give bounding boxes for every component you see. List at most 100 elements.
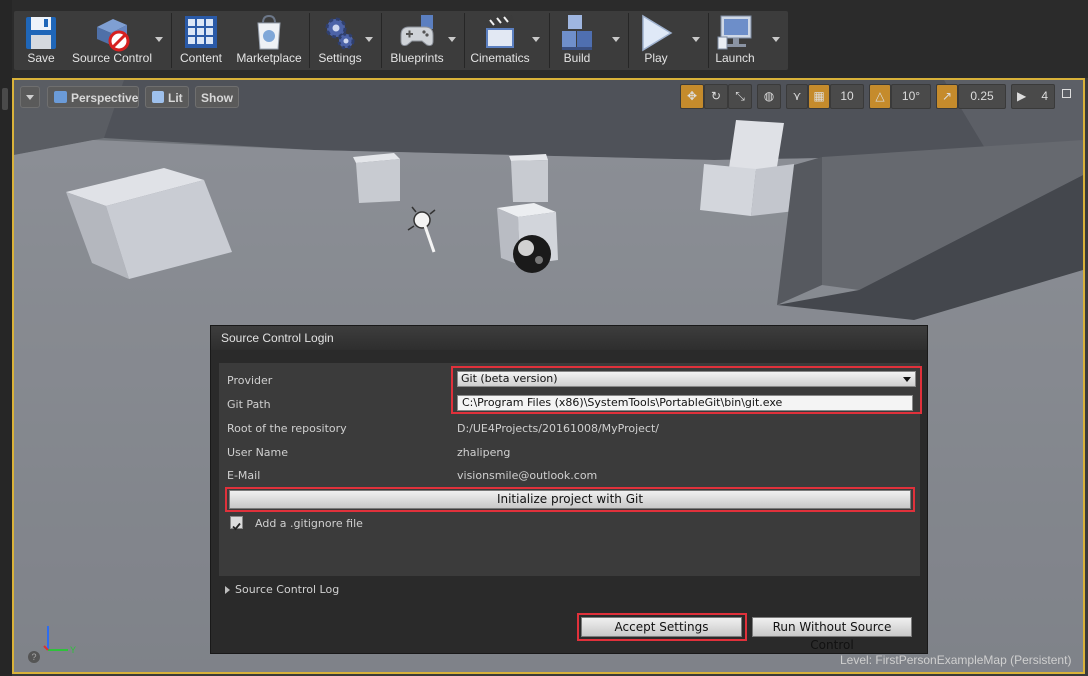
provider-label: Provider: [227, 374, 273, 387]
surface-snap-button[interactable]: ⋎: [786, 84, 808, 109]
user-name-label: User Name: [227, 446, 289, 459]
source-control-button[interactable]: Source Control: [68, 11, 156, 70]
cinematics-dropdown-icon[interactable]: [532, 37, 540, 42]
camera-speed-button[interactable]: ▶ 4: [1011, 84, 1055, 109]
rotation-snap-toggle[interactable]: △: [869, 84, 891, 109]
level-status: Level: FirstPersonExampleMap (Persistent…: [840, 653, 1071, 667]
source-control-log-toggle[interactable]: Source Control Log: [235, 583, 339, 596]
angle-icon: △: [875, 89, 885, 103]
marketplace-label: Marketplace: [236, 51, 302, 65]
git-path-label: Git Path: [227, 398, 271, 411]
camera-icon: ▶: [1017, 89, 1027, 103]
viewport-options-button[interactable]: [20, 86, 40, 108]
repo-root-label: Root of the repository: [227, 422, 347, 435]
left-edge-tab[interactable]: [2, 88, 8, 110]
rotate-icon: ↻: [710, 89, 722, 103]
scale-snap-label: 0.25: [970, 89, 994, 103]
build-blocks-icon: [562, 15, 592, 50]
toolbar-separator: [628, 13, 629, 68]
lit-label: Lit: [168, 91, 183, 105]
left-edge-panel: [0, 0, 12, 676]
build-dropdown-icon[interactable]: [612, 37, 620, 42]
grid-snap-value[interactable]: 10: [830, 84, 864, 109]
world-local-button[interactable]: ◍: [757, 84, 781, 109]
expand-arrow-icon[interactable]: [225, 586, 230, 594]
gear-icon: [325, 17, 355, 50]
initialize-git-label: Initialize project with Git: [496, 492, 644, 506]
grid-snap-label: 10: [840, 89, 854, 103]
perspective-icon: [54, 91, 67, 103]
chevron-down-icon: [26, 95, 34, 100]
gitignore-checkbox[interactable]: [230, 516, 243, 531]
accept-settings-label: Accept Settings: [614, 620, 709, 634]
perspective-label: Perspective: [71, 91, 139, 105]
build-label: Build: [563, 51, 591, 65]
translate-icon: ✥: [686, 89, 698, 103]
surface-snap-icon: ⋎: [792, 89, 802, 103]
blueprints-button[interactable]: Blueprints: [386, 11, 448, 70]
provider-highlight-box: [451, 366, 922, 414]
toolbar-separator: [171, 13, 172, 68]
settings-button[interactable]: Settings: [314, 11, 366, 70]
repo-root-value: D:/UE4Projects/20161008/MyProject/: [457, 422, 659, 435]
blueprints-label: Blueprints: [390, 51, 444, 65]
settings-panel: Provider Git (beta version) Git Path C:\…: [219, 363, 922, 576]
scale-mode-button[interactable]: ⤡: [728, 84, 752, 109]
settings-label: Settings: [318, 51, 362, 65]
content-label: Content: [179, 51, 223, 65]
initialize-git-button[interactable]: Initialize project with Git: [229, 490, 911, 509]
build-button[interactable]: Build: [554, 11, 600, 70]
marketplace-button[interactable]: Marketplace: [232, 11, 306, 70]
content-button[interactable]: Content: [176, 11, 226, 70]
run-without-source-control-button[interactable]: Run Without Source Control: [752, 617, 912, 652]
play-dropdown-icon[interactable]: [692, 37, 700, 42]
level-prefix: Level:: [840, 653, 873, 667]
camera-speed-label: 4: [1041, 89, 1048, 103]
show-button[interactable]: Show: [195, 86, 239, 108]
maximize-viewport-icon[interactable]: [1062, 89, 1071, 98]
cinematics-button[interactable]: Cinematics: [468, 11, 532, 70]
launch-label: Launch: [715, 51, 755, 65]
axis-y-label: Y: [70, 645, 76, 655]
launch-dropdown-icon[interactable]: [772, 37, 780, 42]
save-label: Save: [27, 51, 55, 65]
scale-snap-value[interactable]: 0.25: [958, 84, 1006, 109]
scale-snap-toggle[interactable]: ↗: [936, 84, 958, 109]
help-glyph: ?: [32, 652, 37, 662]
checkmark-icon: [232, 522, 241, 531]
toolbar-separator: [549, 13, 550, 68]
play-button[interactable]: Play: [632, 11, 680, 70]
play-icon: [642, 14, 673, 52]
save-icon: [26, 17, 56, 49]
rotation-snap-value[interactable]: 10°: [891, 84, 931, 109]
perspective-button[interactable]: Perspective: [47, 86, 139, 108]
blueprints-dropdown-icon[interactable]: [448, 37, 456, 42]
lit-cube-icon: [152, 91, 164, 103]
rotate-mode-button[interactable]: ↻: [704, 84, 728, 109]
level-name: FirstPersonExampleMap (Persistent): [875, 653, 1072, 667]
save-button[interactable]: Save: [16, 11, 66, 70]
globe-icon: ◍: [763, 89, 775, 103]
dialog-title: Source Control Login: [211, 326, 927, 350]
main-toolbar: Save Source Control Content Marketplace …: [14, 11, 788, 70]
grid-icon: ▦: [813, 89, 825, 103]
run-without-label: Run Without Source Control: [772, 620, 892, 652]
email-label: E-Mail: [227, 469, 261, 482]
accept-settings-button[interactable]: Accept Settings: [581, 617, 742, 637]
source-control-label: Source Control: [71, 51, 153, 65]
grid-snap-toggle[interactable]: ▦: [808, 84, 830, 109]
source-control-dropdown-icon[interactable]: [155, 37, 163, 42]
toolbar-separator: [708, 13, 709, 68]
scale-icon: ⤡: [735, 89, 745, 103]
launch-monitor-icon: [717, 15, 752, 50]
settings-dropdown-icon[interactable]: [365, 37, 373, 42]
toolbar-separator: [381, 13, 382, 68]
launch-button[interactable]: Launch: [712, 11, 758, 70]
clapperboard-icon: [485, 15, 514, 48]
rotation-snap-label: 10°: [901, 89, 921, 103]
lit-button[interactable]: Lit: [145, 86, 189, 108]
scale-snap-icon: ↗: [941, 89, 953, 103]
translate-mode-button[interactable]: ✥: [680, 84, 704, 109]
gitignore-label: Add a .gitignore file: [255, 517, 363, 530]
user-name-value: zhalipeng: [457, 446, 511, 459]
